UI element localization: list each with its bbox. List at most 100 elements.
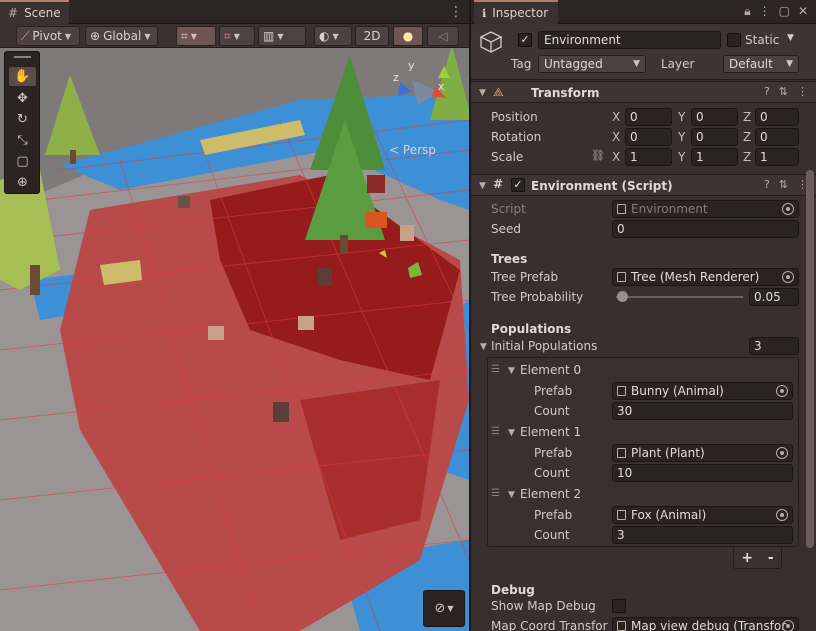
element-2-count-field[interactable]: 3 (612, 526, 793, 544)
tree-prefab-field[interactable]: Tree (Mesh Renderer) (612, 268, 799, 286)
perspective-toggle[interactable]: < Persp (389, 143, 436, 157)
script-enabled-checkbox[interactable]: ✓ (511, 178, 525, 192)
drag-handle-icon[interactable]: ☰ (491, 364, 500, 375)
environment-script-header[interactable]: ▼ # ✓ Environment (Script) ? ⇅ ⋮ (471, 174, 816, 196)
lock-icon[interactable]: 🔒︎ (744, 4, 750, 19)
scene-viewport[interactable]: z y x (0, 48, 469, 631)
object-picker-icon[interactable] (782, 620, 794, 631)
overlay-menu-button[interactable]: ⊘ ▼ (423, 590, 465, 627)
pivot-dropdown[interactable]: ⟋ Pivot ▼ (16, 26, 80, 46)
persp-arrow-icon: < (389, 143, 400, 157)
show-map-debug-checkbox[interactable] (612, 599, 626, 613)
element-1-prefab-value: Plant (Plant) (631, 446, 705, 460)
rotation-x-field[interactable]: 0 (625, 128, 672, 146)
tab-inspector[interactable]: ℹ Inspector (474, 0, 559, 24)
tree-probability-field[interactable]: 0.05 (749, 288, 799, 306)
preset-icon[interactable]: ⇅ (779, 178, 788, 191)
audio-toggle[interactable]: ◁ (427, 26, 459, 46)
element-1-count-field[interactable]: 10 (612, 464, 793, 482)
help-icon[interactable]: ? (764, 178, 770, 191)
chevron-down-icon: ▼ (332, 31, 339, 41)
rotation-z-field[interactable]: 0 (755, 128, 799, 146)
lighting-toggle[interactable]: ● (393, 26, 423, 46)
fold-down-icon[interactable]: ▼ (479, 181, 486, 191)
mode-2d-toggle[interactable]: 2D (355, 26, 389, 46)
tab-scene[interactable]: # Scene (0, 0, 69, 24)
scale-y-field[interactable]: 1 (691, 148, 738, 166)
fold-down-icon[interactable]: ▼ (508, 366, 515, 376)
tag-dropdown[interactable]: Untagged ▼ (538, 55, 646, 73)
scale-x-field[interactable]: 1 (625, 148, 672, 166)
position-y-field[interactable]: 0 (691, 108, 738, 126)
transform-tool-icon[interactable]: ⊕ (9, 173, 36, 192)
object-picker-icon[interactable] (782, 271, 794, 283)
initial-populations-size-field[interactable]: 3 (749, 337, 799, 355)
static-label: Static (745, 33, 780, 47)
fox-model (365, 212, 387, 228)
element-1-label: Element 1 (520, 425, 582, 439)
static-dropdown-icon[interactable]: ▼ (787, 33, 794, 43)
tree-probability-label: Tree Probability (491, 290, 584, 304)
element-1-prefab-field[interactable]: Plant (Plant) (612, 444, 793, 462)
scale-z-field[interactable]: 1 (755, 148, 799, 166)
drag-handle-icon[interactable]: ☰ (491, 488, 500, 499)
object-picker-icon[interactable] (776, 447, 788, 459)
cube-icon (479, 31, 503, 53)
element-0-count-field[interactable]: 30 (612, 402, 793, 420)
static-checkbox[interactable] (727, 33, 741, 47)
element-0-prefab-field[interactable]: Bunny (Animal) (612, 382, 793, 400)
tree-trunk-back-left (70, 150, 76, 164)
draw-mode-dropdown[interactable]: ◐ ▼ (314, 26, 352, 46)
fold-down-icon[interactable]: ▼ (508, 428, 515, 438)
maximize-icon[interactable]: ▢ (779, 4, 790, 19)
palette-drag-handle[interactable] (14, 56, 31, 58)
seed-field[interactable]: 0 (612, 220, 799, 238)
scene-view-render: z y x (0, 48, 469, 631)
global-dropdown[interactable]: ⊕ Global ▼ (85, 26, 158, 46)
grid-visibility-button[interactable]: ▥ ▼ (258, 26, 306, 46)
gameobject-name-field[interactable]: Environment (538, 31, 721, 49)
bunny-model (178, 196, 190, 208)
fold-down-icon[interactable]: ▼ (480, 342, 487, 352)
grid-snap-button[interactable]: ⌗ ▼ (176, 26, 216, 46)
menu-kebab-icon[interactable]: ⋮ (759, 4, 771, 19)
hand-tool-icon[interactable]: ✋ (9, 67, 36, 86)
axis-x-label: X (612, 130, 621, 144)
preset-icon[interactable]: ⇅ (779, 85, 788, 98)
rotation-label: Rotation (491, 130, 542, 144)
bunny-model (318, 268, 332, 286)
chevron-down-icon: ▼ (64, 31, 72, 41)
scene-menu-icon[interactable]: ⋮ (449, 3, 463, 21)
rotation-y-field[interactable]: 0 (691, 128, 738, 146)
constrain-proportions-icon[interactable]: ⛓ (591, 149, 605, 162)
element-0-label: Element 0 (520, 363, 582, 377)
fold-down-icon[interactable]: ▼ (508, 490, 515, 500)
transform-header[interactable]: ▼ ⟁ Transform ? ⇅ ⋮ (471, 81, 816, 103)
object-picker-icon[interactable] (776, 385, 788, 397)
gameobject-active-checkbox[interactable]: ✓ (518, 33, 532, 47)
object-picker-icon[interactable] (776, 509, 788, 521)
remove-element-button[interactable]: - (768, 550, 774, 566)
element-2-prefab-field[interactable]: Fox (Animal) (612, 506, 793, 524)
position-z-field[interactable]: 0 (755, 108, 799, 126)
component-menu-icon[interactable]: ⋮ (797, 85, 808, 98)
position-x-field[interactable]: 0 (625, 108, 672, 126)
rotate-tool-icon[interactable]: ↻ (9, 110, 36, 129)
fold-down-icon[interactable]: ▼ (479, 88, 486, 98)
inspector-scrollbar[interactable] (806, 170, 814, 548)
drag-handle-icon[interactable]: ☰ (491, 426, 500, 437)
info-icon: ℹ (482, 6, 487, 20)
scale-tool-icon[interactable]: ⤡ (9, 131, 36, 150)
close-icon[interactable]: ✕ (798, 4, 808, 19)
move-tool-icon[interactable]: ✥ (9, 89, 36, 108)
help-icon[interactable]: ? (764, 85, 770, 98)
increment-snap-button[interactable]: ⌗ ▼ (219, 26, 255, 46)
layer-dropdown[interactable]: Default ▼ (723, 55, 799, 73)
tree-probability-slider-track[interactable] (616, 296, 743, 298)
bunny-model (298, 316, 314, 330)
add-element-button[interactable]: + (741, 550, 753, 566)
tree-probability-slider-knob[interactable] (617, 291, 629, 302)
rect-tool-icon[interactable]: ▢ (9, 152, 36, 171)
map-coord-field[interactable]: Map view debug (Transfor (612, 617, 799, 631)
chevron-down-icon: ▼ (447, 604, 454, 613)
